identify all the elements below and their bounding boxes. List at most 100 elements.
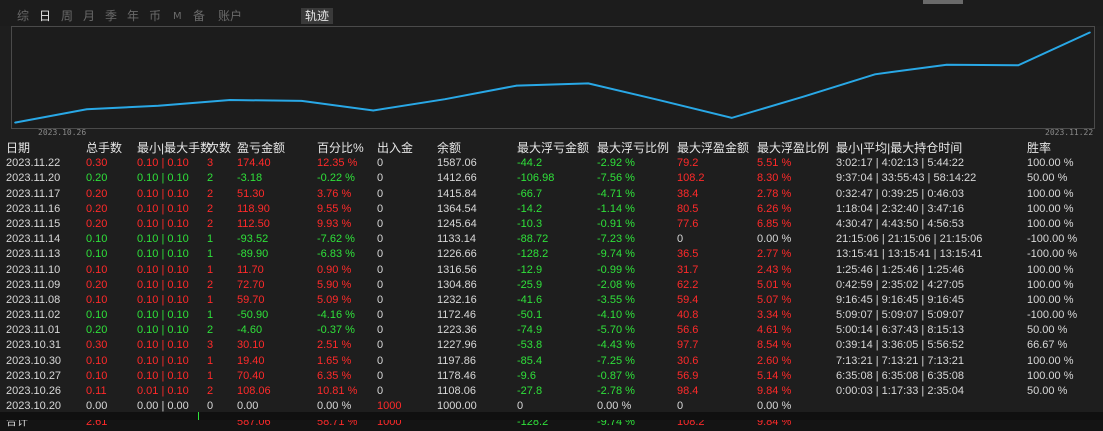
cell-max-float-loss: -25.9 xyxy=(517,278,543,291)
cell-count: 1 xyxy=(207,354,214,367)
cell-cash-flow: 0 xyxy=(377,157,384,170)
tab-account[interactable]: 账户 xyxy=(218,8,242,24)
tab-overview[interactable]: 综 xyxy=(17,8,29,24)
cell-max-float-loss-pct: -2.92 % xyxy=(597,157,635,170)
cell-max-float-profit-pct: 8.30 % xyxy=(757,172,792,185)
tab-quarter[interactable]: 季 xyxy=(105,8,117,24)
cell-cash-flow: 0 xyxy=(377,187,384,200)
table-row[interactable]: 2023.11.17 0.20 0.10 | 0.10 2 51.30 3.76 % 0 14… xyxy=(0,187,1103,202)
cell-max-float-loss: -41.6 xyxy=(517,293,543,306)
cell-cash-flow: 0 xyxy=(377,248,384,261)
header-min-max-lots[interactable]: 最小|最大手数 xyxy=(137,141,212,156)
cell-pnl: 72.70 xyxy=(237,278,265,291)
header-cash-flow[interactable]: 出入金 xyxy=(377,141,413,156)
cell-count: 1 xyxy=(207,263,214,276)
tab-year[interactable]: 年 xyxy=(127,8,139,24)
table-row[interactable]: 2023.10.30 0.10 0.10 | 0.10 1 19.40 1.65 % 0 11… xyxy=(0,354,1103,369)
equity-point xyxy=(300,100,303,102)
equity-point xyxy=(659,99,661,102)
table-row[interactable]: 2023.11.08 0.10 0.10 | 0.10 1 59.70 5.09 % 0 12… xyxy=(0,293,1103,308)
cell-cash-flow: 0 xyxy=(377,217,384,230)
header-total-lots[interactable]: 总手数 xyxy=(86,141,122,156)
cell-percent: -6.83 % xyxy=(317,248,355,261)
header-max-float-profit-pct[interactable]: 最大浮盈比例 xyxy=(757,141,829,156)
tab-day[interactable]: 日 xyxy=(39,8,51,24)
tab-note[interactable]: 备 xyxy=(193,8,205,24)
header-count[interactable]: 次数 xyxy=(207,141,231,156)
cell-percent: -0.22 % xyxy=(317,172,355,185)
header-balance[interactable]: 余额 xyxy=(437,141,461,156)
cell-count: 1 xyxy=(207,233,214,246)
cell-max-float-loss: -44.2 xyxy=(517,157,543,170)
header-win-rate[interactable]: 胜率 xyxy=(1027,141,1051,156)
tab-month[interactable]: 月 xyxy=(83,8,95,24)
table-row[interactable]: 2023.11.20 0.20 0.10 | 0.10 2 -3.18 -0.22 % 0 1… xyxy=(0,171,1103,186)
cell-max-float-profit: 31.7 xyxy=(677,263,699,276)
cell-hold-time: 0:00:03 | 1:17:33 | 2:35:04 xyxy=(836,385,965,397)
equity-point xyxy=(515,84,518,87)
table-row[interactable]: 2023.11.13 0.10 0.10 | 0.10 1 -89.90 -6.83 % 0… xyxy=(0,247,1103,262)
table-row[interactable]: 2023.11.22 0.30 0.10 | 0.10 3 174.40 12.35 % 0… xyxy=(0,156,1103,171)
table-row[interactable]: 2023.10.26 0.11 0.01 | 0.10 2 108.06 10.81 % 0… xyxy=(0,384,1103,399)
header-max-float-loss[interactable]: 最大浮亏金额 xyxy=(517,141,589,156)
table-row[interactable]: 2023.11.14 0.10 0.10 | 0.10 1 -93.52 -7.62 % 0… xyxy=(0,232,1103,247)
equity-point xyxy=(85,108,88,111)
table-row[interactable]: 2023.10.31 0.30 0.10 | 0.10 3 30.10 2.51 % 0 12… xyxy=(0,338,1103,353)
cell-hold-time: 9:37:04 | 33:55:43 | 58:14:22 xyxy=(836,172,977,185)
header-percent[interactable]: 百分比% xyxy=(317,141,364,156)
cell-max-float-profit-pct: 5.51 % xyxy=(757,157,792,170)
cell-percent: -7.62 % xyxy=(317,233,355,246)
cell-hold-time: 21:15:06 | 21:15:06 | 21:15:06 xyxy=(836,233,983,246)
cell-percent: 2.51 % xyxy=(317,339,352,352)
cell-date: 2023.11.17 xyxy=(6,187,61,200)
cell-pnl: -4.60 xyxy=(237,324,263,337)
cell-balance: 1415.84 xyxy=(437,187,477,200)
equity-point xyxy=(229,99,231,101)
cell-balance: 1223.36 xyxy=(437,324,477,337)
cell-max-float-profit-pct: 5.01 % xyxy=(757,278,792,291)
header-date[interactable]: 日期 xyxy=(6,141,30,156)
cell-max-float-loss-pct: -0.99 % xyxy=(597,263,635,276)
cell-min-max-lots: 0.10 | 0.10 xyxy=(137,339,189,352)
header-pnl[interactable]: 盈亏金额 xyxy=(237,141,285,156)
cell-min-max-lots: 0.10 | 0.10 xyxy=(137,233,189,246)
table-row[interactable]: 2023.11.01 0.20 0.10 | 0.10 2 -4.60 -0.37 % 0 1… xyxy=(0,323,1103,338)
cell-max-float-loss-pct: -1.14 % xyxy=(597,202,635,215)
tab-currency[interactable]: 币 xyxy=(149,8,161,24)
cell-count: 2 xyxy=(207,202,214,215)
table-row[interactable]: 2023.11.09 0.20 0.10 | 0.10 2 72.70 5.90 % 0 13… xyxy=(0,278,1103,293)
header-max-float-profit[interactable]: 最大浮盈金额 xyxy=(677,141,749,156)
header-max-float-loss-pct[interactable]: 最大浮亏比例 xyxy=(597,141,669,156)
cell-max-float-loss: -88.72 xyxy=(517,233,549,246)
table-row[interactable]: 2023.10.27 0.10 0.10 | 0.10 1 70.40 6.35 % 0 11… xyxy=(0,369,1103,384)
cell-balance: 1587.06 xyxy=(437,157,477,170)
table-row[interactable]: 2023.11.16 0.20 0.10 | 0.10 2 118.90 9.55 % 0 1… xyxy=(0,202,1103,217)
cell-total-lots: 0.20 xyxy=(86,172,108,185)
equity-point xyxy=(587,82,590,85)
cell-balance: 1364.54 xyxy=(437,202,477,215)
cell-total-lots: 0.10 xyxy=(86,263,108,276)
cell-total-lots: 0.10 xyxy=(86,293,108,306)
cell-max-float-profit-pct: 8.54 % xyxy=(757,339,792,352)
track-button[interactable]: 轨迹 xyxy=(301,8,334,24)
cell-max-float-loss-pct: -5.70 % xyxy=(597,324,635,337)
cell-max-float-profit: 79.2 xyxy=(677,157,699,170)
cell-count: 1 xyxy=(207,293,214,306)
cell-win-rate: 50.00 % xyxy=(1027,385,1068,397)
table-row[interactable]: 2023.11.10 0.10 0.10 | 0.10 1 11.70 0.90 % 0 13… xyxy=(0,263,1103,278)
cell-win-rate: 100.00 % xyxy=(1027,187,1074,200)
tab-m[interactable]: M xyxy=(173,9,182,25)
cell-max-float-profit-pct: 0.00 % xyxy=(757,233,792,246)
cell-total-lots: 0.20 xyxy=(86,217,108,230)
cell-pnl: 51.30 xyxy=(237,187,265,200)
table-row[interactable]: 2023.11.15 0.20 0.10 | 0.10 2 112.50 9.93 % 0 1… xyxy=(0,217,1103,232)
cell-hold-time: 0:39:14 | 3:36:05 | 5:56:52 xyxy=(836,339,965,352)
cell-max-float-loss: -9.6 xyxy=(517,369,536,382)
cell-max-float-profit-pct: 5.07 % xyxy=(757,293,792,306)
cell-count: 1 xyxy=(207,309,214,322)
cell-cash-flow: 0 xyxy=(377,369,384,382)
tab-week[interactable]: 周 xyxy=(61,8,73,24)
cell-hold-time: 3:02:17 | 4:02:13 | 5:44:22 xyxy=(836,157,965,170)
header-hold-time[interactable]: 最小|平均|最大持仓时间 xyxy=(836,141,962,156)
table-row[interactable]: 2023.11.02 0.10 0.10 | 0.10 1 -50.90 -4.16 % 0… xyxy=(0,308,1103,323)
